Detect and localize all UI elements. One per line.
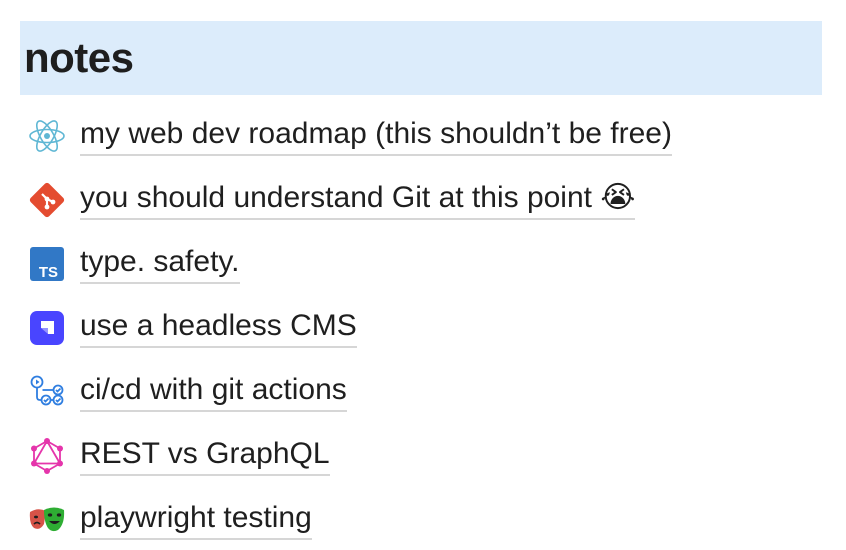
note-link-rest-vs-graphql[interactable]: REST vs GraphQL xyxy=(80,436,330,476)
note-link-headless-cms[interactable]: use a headless CMS xyxy=(80,308,357,348)
playwright-icon xyxy=(26,499,68,541)
note-link-type-safety[interactable]: type. safety. xyxy=(80,244,240,284)
note-link-ci-cd[interactable]: ci/cd with git actions xyxy=(80,372,347,412)
note-label: you should understand Git at this point xyxy=(80,181,592,214)
list-item: playwright testing xyxy=(26,488,826,550)
list-item: TS type. safety. xyxy=(26,232,826,296)
note-link-web-dev-roadmap[interactable]: my web dev roadmap (this shouldn’t be fr… xyxy=(80,116,672,156)
page-header: notes xyxy=(20,21,822,95)
git-icon xyxy=(26,179,68,221)
github-actions-icon xyxy=(26,371,68,413)
notes-list: my web dev roadmap (this shouldn’t be fr… xyxy=(26,104,826,550)
crying-face-emoji: 😭 xyxy=(600,180,636,215)
typescript-icon: TS xyxy=(26,243,68,285)
svg-text:TS: TS xyxy=(39,264,58,281)
list-item: ci/cd with git actions xyxy=(26,360,826,424)
list-item: use a headless CMS xyxy=(26,296,826,360)
note-link-understand-git[interactable]: you should understand Git at this point … xyxy=(80,180,636,220)
react-icon xyxy=(26,115,68,157)
graphql-icon xyxy=(26,435,68,477)
page-title: notes xyxy=(24,34,134,81)
list-item: my web dev roadmap (this shouldn’t be fr… xyxy=(26,104,826,168)
list-item: you should understand Git at this point … xyxy=(26,168,826,232)
strapi-icon xyxy=(26,307,68,349)
note-link-playwright-testing[interactable]: playwright testing xyxy=(80,500,312,540)
list-item: REST vs GraphQL xyxy=(26,424,826,488)
